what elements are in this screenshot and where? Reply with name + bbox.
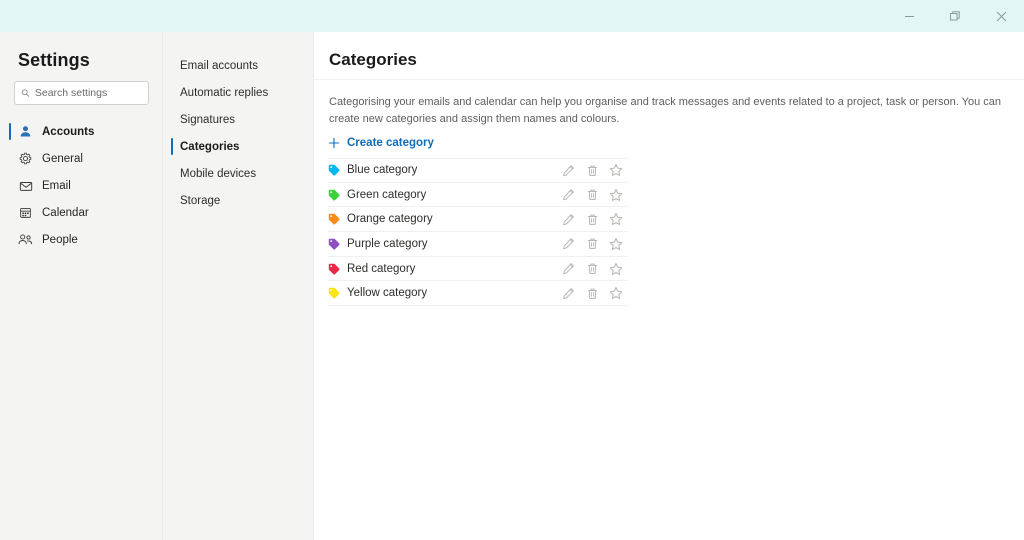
calendar-icon [18, 206, 33, 219]
minimize-button[interactable] [886, 0, 932, 32]
favorite-icon[interactable] [604, 208, 628, 230]
close-icon [996, 11, 1006, 21]
settings-subnav: Email accounts Automatic replies Signatu… [163, 32, 314, 540]
delete-icon[interactable] [580, 184, 604, 206]
table-row[interactable]: Purple category [328, 232, 628, 257]
tag-icon [328, 263, 347, 275]
sidebar-item-label: People [42, 233, 78, 246]
sidebar-item-people[interactable]: People [0, 226, 163, 253]
sidebar-item-label: Calendar [42, 206, 89, 219]
favorite-icon[interactable] [604, 184, 628, 206]
search-settings-box[interactable] [14, 81, 149, 105]
gear-icon [18, 152, 33, 165]
person-icon [18, 125, 33, 138]
delete-icon[interactable] [580, 233, 604, 255]
row-actions [556, 282, 628, 304]
content-panel: Categories Categorising your emails and … [314, 32, 1024, 540]
row-actions [556, 258, 628, 280]
search-icon [21, 89, 30, 97]
category-name: Red category [347, 262, 416, 275]
tag-icon [328, 238, 347, 250]
sidebar-item-general[interactable]: General [0, 145, 163, 172]
tag-icon [328, 189, 347, 201]
minimize-icon [904, 15, 914, 17]
row-actions [556, 208, 628, 230]
subnav-item-email-accounts[interactable]: Email accounts [163, 52, 314, 79]
subnav-item-signatures[interactable]: Signatures [163, 106, 314, 133]
table-row[interactable]: Red category [328, 257, 628, 282]
delete-icon[interactable] [580, 258, 604, 280]
sidebar: Settings Accounts [0, 32, 163, 540]
content-description: Categorising your emails and calendar ca… [329, 96, 1002, 125]
row-actions [556, 184, 628, 206]
category-name: Green category [347, 188, 427, 201]
selection-indicator [171, 138, 173, 155]
table-row[interactable]: Orange category [328, 207, 628, 233]
tag-icon [328, 164, 347, 176]
sidebar-item-label: Accounts [42, 125, 95, 138]
subnav-item-label: Signatures [180, 113, 235, 126]
plus-icon [328, 137, 340, 149]
sidebar-item-calendar[interactable]: Calendar [0, 199, 163, 226]
table-row[interactable]: Green category [328, 183, 628, 208]
favorite-icon[interactable] [604, 233, 628, 255]
row-actions [556, 159, 628, 181]
subnav-item-automatic-replies[interactable]: Automatic replies [163, 79, 314, 106]
subnav-list: Email accounts Automatic replies Signatu… [163, 52, 314, 214]
restore-icon [950, 11, 960, 21]
close-button[interactable] [978, 0, 1024, 32]
sidebar-item-label: Email [42, 179, 71, 192]
favorite-icon[interactable] [604, 258, 628, 280]
favorite-icon[interactable] [604, 282, 628, 304]
subnav-item-label: Mobile devices [180, 167, 257, 180]
tag-icon [328, 287, 347, 299]
category-name: Orange category [347, 213, 433, 226]
delete-icon[interactable] [580, 159, 604, 181]
favorite-icon[interactable] [604, 159, 628, 181]
subnav-item-label: Categories [180, 140, 240, 153]
sidebar-item-accounts[interactable]: Accounts [0, 118, 163, 145]
row-actions [556, 233, 628, 255]
category-name: Yellow category [347, 287, 428, 300]
tag-icon [328, 213, 347, 225]
category-name: Purple category [347, 237, 428, 250]
table-row[interactable]: Yellow category [328, 281, 628, 307]
edit-icon[interactable] [556, 208, 580, 230]
categories-list: Blue category Green category Orange cate… [328, 158, 628, 307]
title-bar [0, 0, 1024, 32]
header-divider [314, 79, 1024, 80]
subnav-item-storage[interactable]: Storage [163, 187, 314, 214]
delete-icon[interactable] [580, 282, 604, 304]
selection-indicator [9, 123, 11, 140]
create-category-button[interactable]: Create category [328, 137, 434, 149]
subnav-item-label: Email accounts [180, 59, 258, 72]
delete-icon[interactable] [580, 208, 604, 230]
page-title: Settings [18, 50, 90, 70]
subnav-item-label: Automatic replies [180, 86, 269, 99]
subnav-item-mobile-devices[interactable]: Mobile devices [163, 160, 314, 187]
sidebar-item-label: General [42, 152, 83, 165]
subnav-item-categories[interactable]: Categories [163, 133, 314, 160]
sidebar-item-email[interactable]: Email [0, 172, 163, 199]
envelope-icon [18, 179, 33, 193]
category-name: Blue category [347, 164, 418, 177]
content-heading: Categories [329, 50, 417, 69]
search-input[interactable] [34, 87, 142, 99]
edit-icon[interactable] [556, 258, 580, 280]
restore-button[interactable] [932, 0, 978, 32]
create-category-label: Create category [347, 137, 434, 149]
people-icon [18, 233, 33, 246]
edit-icon[interactable] [556, 282, 580, 304]
table-row[interactable]: Blue category [328, 158, 628, 183]
settings-window: Settings Accounts [0, 0, 1024, 540]
edit-icon[interactable] [556, 233, 580, 255]
subnav-item-label: Storage [180, 194, 221, 207]
sidebar-nav: Accounts General Email Calendar People [0, 118, 163, 253]
edit-icon[interactable] [556, 184, 580, 206]
edit-icon[interactable] [556, 159, 580, 181]
